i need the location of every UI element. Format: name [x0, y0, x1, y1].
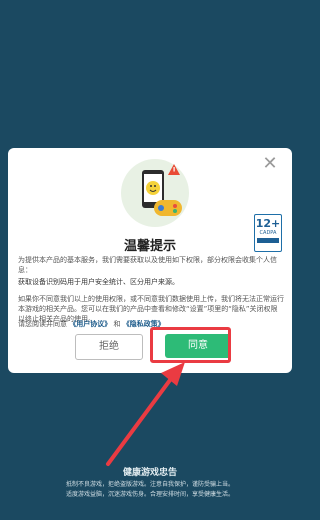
- annotation-arrow-icon: [106, 362, 185, 466]
- device-id-text: 获取设备识别码用于用户安全统计、区分用户来源。: [18, 278, 179, 286]
- notice-title: 健康游戏忠告: [122, 468, 177, 478]
- agreement-and: 和: [113, 320, 121, 328]
- health-game-notice: 健康游戏忠告 抵制不良游戏，拒绝盗版游戏。注意自我保护，谨防受骗上当。 适度游戏…: [0, 465, 300, 500]
- notice-line-2: 适度游戏益脑，沉迷游戏伤身。合理安排时间，享受健康生活。: [65, 491, 234, 498]
- close-icon[interactable]: ✕: [262, 155, 278, 173]
- permission-intro-text: 为提供本产品的基本服务，我们需要获取以及使用如下权限，部分权限会收集个人信息：: [18, 256, 277, 274]
- dialog-title: 温馨提示: [123, 239, 176, 254]
- agree-button-highlight: [150, 327, 231, 363]
- agreement-prefix: 请您阅读并同意: [18, 320, 67, 328]
- user-agreement-link[interactable]: 《用户协议》: [69, 320, 111, 328]
- deny-button[interactable]: 拒绝: [75, 334, 143, 360]
- phone-gamepad-illustration: [121, 159, 189, 227]
- age-rating-number: 12+: [255, 217, 281, 230]
- notice-line-1: 抵制不良游戏，拒绝盗版游戏。注意自我保护，谨防受骗上当。: [65, 481, 234, 488]
